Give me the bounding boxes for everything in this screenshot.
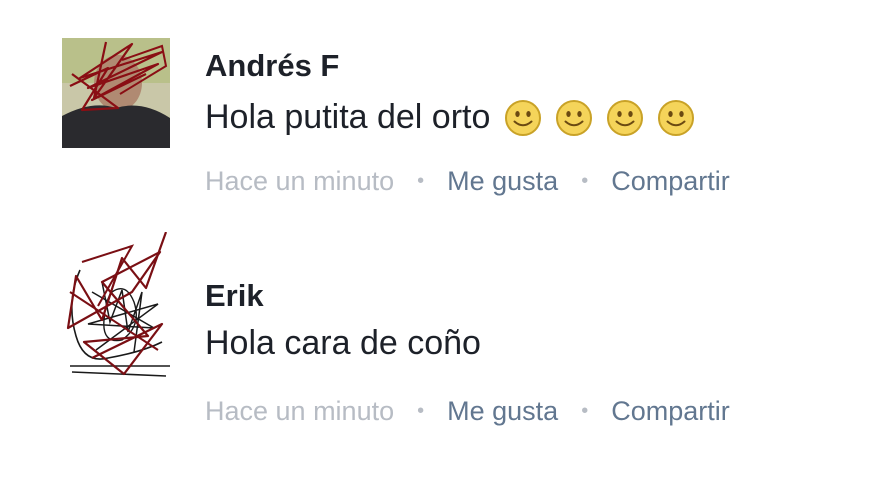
comment-author[interactable]: Erik: [205, 278, 264, 314]
scribbled-avatar-image: [62, 232, 170, 382]
separator-dot: •: [417, 170, 425, 192]
share-link[interactable]: Compartir: [611, 396, 730, 427]
like-link[interactable]: Me gusta: [447, 396, 558, 427]
comment-timestamp[interactable]: Hace un minuto: [205, 166, 394, 197]
slightly-smiling-face-icon: [555, 99, 593, 137]
comment-text: Hola putita del orto: [205, 98, 708, 137]
emoji-group: [504, 99, 708, 137]
like-link[interactable]: Me gusta: [447, 166, 558, 197]
slightly-smiling-face-icon: [504, 99, 542, 137]
comment-text: Hola cara de coño: [205, 324, 481, 363]
avatar[interactable]: [62, 38, 170, 148]
slightly-smiling-face-icon: [657, 99, 695, 137]
separator-dot: •: [417, 400, 425, 422]
separator-dot: •: [581, 170, 589, 192]
scribbled-avatar-image: [62, 38, 170, 148]
separator-dot: •: [581, 400, 589, 422]
slightly-smiling-face-icon: [606, 99, 644, 137]
comment-meta: Hace un minuto • Me gusta • Compartir: [205, 166, 730, 197]
comment-author[interactable]: Andrés F: [205, 48, 339, 84]
comment-message: Hola cara de coño: [205, 324, 481, 362]
comment-message: Hola putita del orto: [205, 98, 491, 136]
avatar[interactable]: [62, 232, 170, 382]
comment-meta: Hace un minuto • Me gusta • Compartir: [205, 396, 730, 427]
share-link[interactable]: Compartir: [611, 166, 730, 197]
comment-timestamp[interactable]: Hace un minuto: [205, 396, 394, 427]
